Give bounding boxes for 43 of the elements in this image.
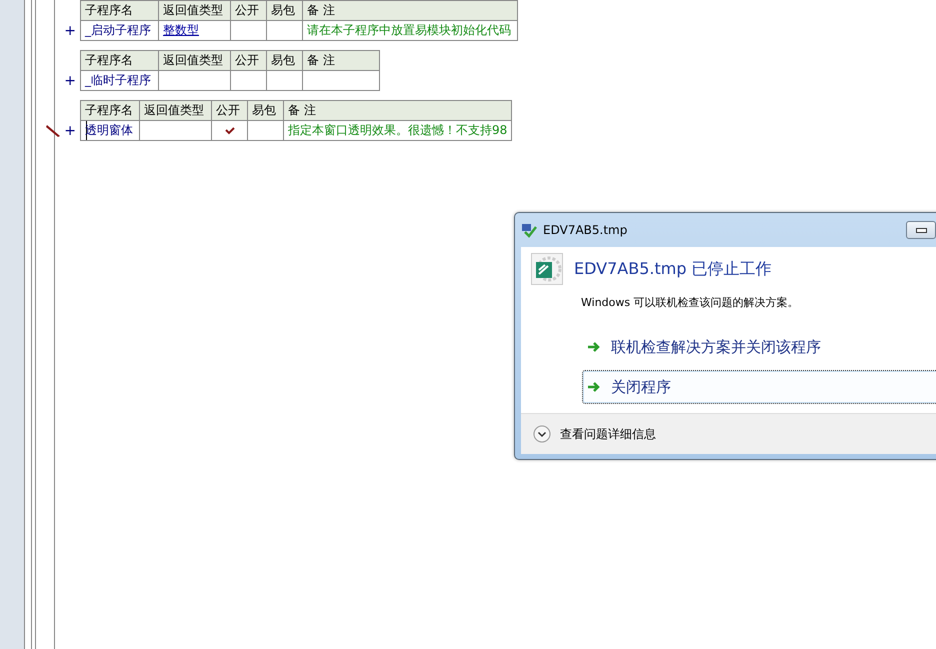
- column-header: 公开: [231, 51, 267, 71]
- table-cell[interactable]: [231, 21, 267, 41]
- column-header: 公开: [231, 1, 267, 21]
- expand-toggle[interactable]: +: [64, 73, 76, 89]
- table-cell: 指定本窗口透明效果。很遗憾！不支持98: [284, 121, 512, 141]
- column-header: 返回值类型: [140, 101, 212, 121]
- arrow-icon: [587, 381, 601, 393]
- dialog-heading: EDV7AB5.tmp 已停止工作: [574, 258, 772, 280]
- column-header: 备 注: [303, 1, 518, 21]
- column-header: 子程序名: [81, 51, 159, 71]
- table-cell[interactable]: [212, 121, 248, 141]
- column-header: 备 注: [284, 101, 512, 121]
- table-cell: [140, 121, 212, 141]
- table-cell: 整数型: [159, 21, 231, 41]
- table-cell[interactable]: [267, 71, 303, 91]
- column-header: 公开: [212, 101, 248, 121]
- check-icon: [224, 126, 234, 134]
- table-cell: 请在本子程序中放置易模块初始化代码: [303, 21, 518, 41]
- column-header: 备 注: [303, 51, 380, 71]
- column-header: 返回值类型: [159, 1, 231, 21]
- expand-toggle[interactable]: +: [64, 123, 76, 139]
- app-icon: [531, 253, 563, 285]
- column-header: 子程序名: [81, 1, 159, 21]
- details-link[interactable]: 查看问题详细信息: [560, 426, 656, 442]
- pencil-icon: [46, 124, 62, 138]
- minimize-button[interactable]: [906, 221, 936, 239]
- table-cell[interactable]: [231, 71, 267, 91]
- table-cell: [159, 71, 231, 91]
- arrow-icon: [587, 341, 601, 353]
- expand-toggle[interactable]: +: [64, 23, 76, 39]
- column-header: 易包: [248, 101, 284, 121]
- window-title: EDV7AB5.tmp: [543, 223, 628, 237]
- expand-chevron-icon[interactable]: [533, 425, 551, 443]
- column-header: 返回值类型: [159, 51, 231, 71]
- column-header: 子程序名: [81, 101, 140, 121]
- table-cell[interactable]: [248, 121, 284, 141]
- table-cell[interactable]: _启动子程序: [81, 21, 159, 41]
- column-header: 易包: [267, 1, 303, 21]
- dialog-message: Windows 可以联机检查该问题的解决方案。: [581, 295, 800, 310]
- table-cell[interactable]: [267, 21, 303, 41]
- table-cell[interactable]: _临时子程序: [81, 71, 159, 91]
- command-link[interactable]: 关闭程序: [582, 370, 936, 404]
- column-header: 易包: [267, 51, 303, 71]
